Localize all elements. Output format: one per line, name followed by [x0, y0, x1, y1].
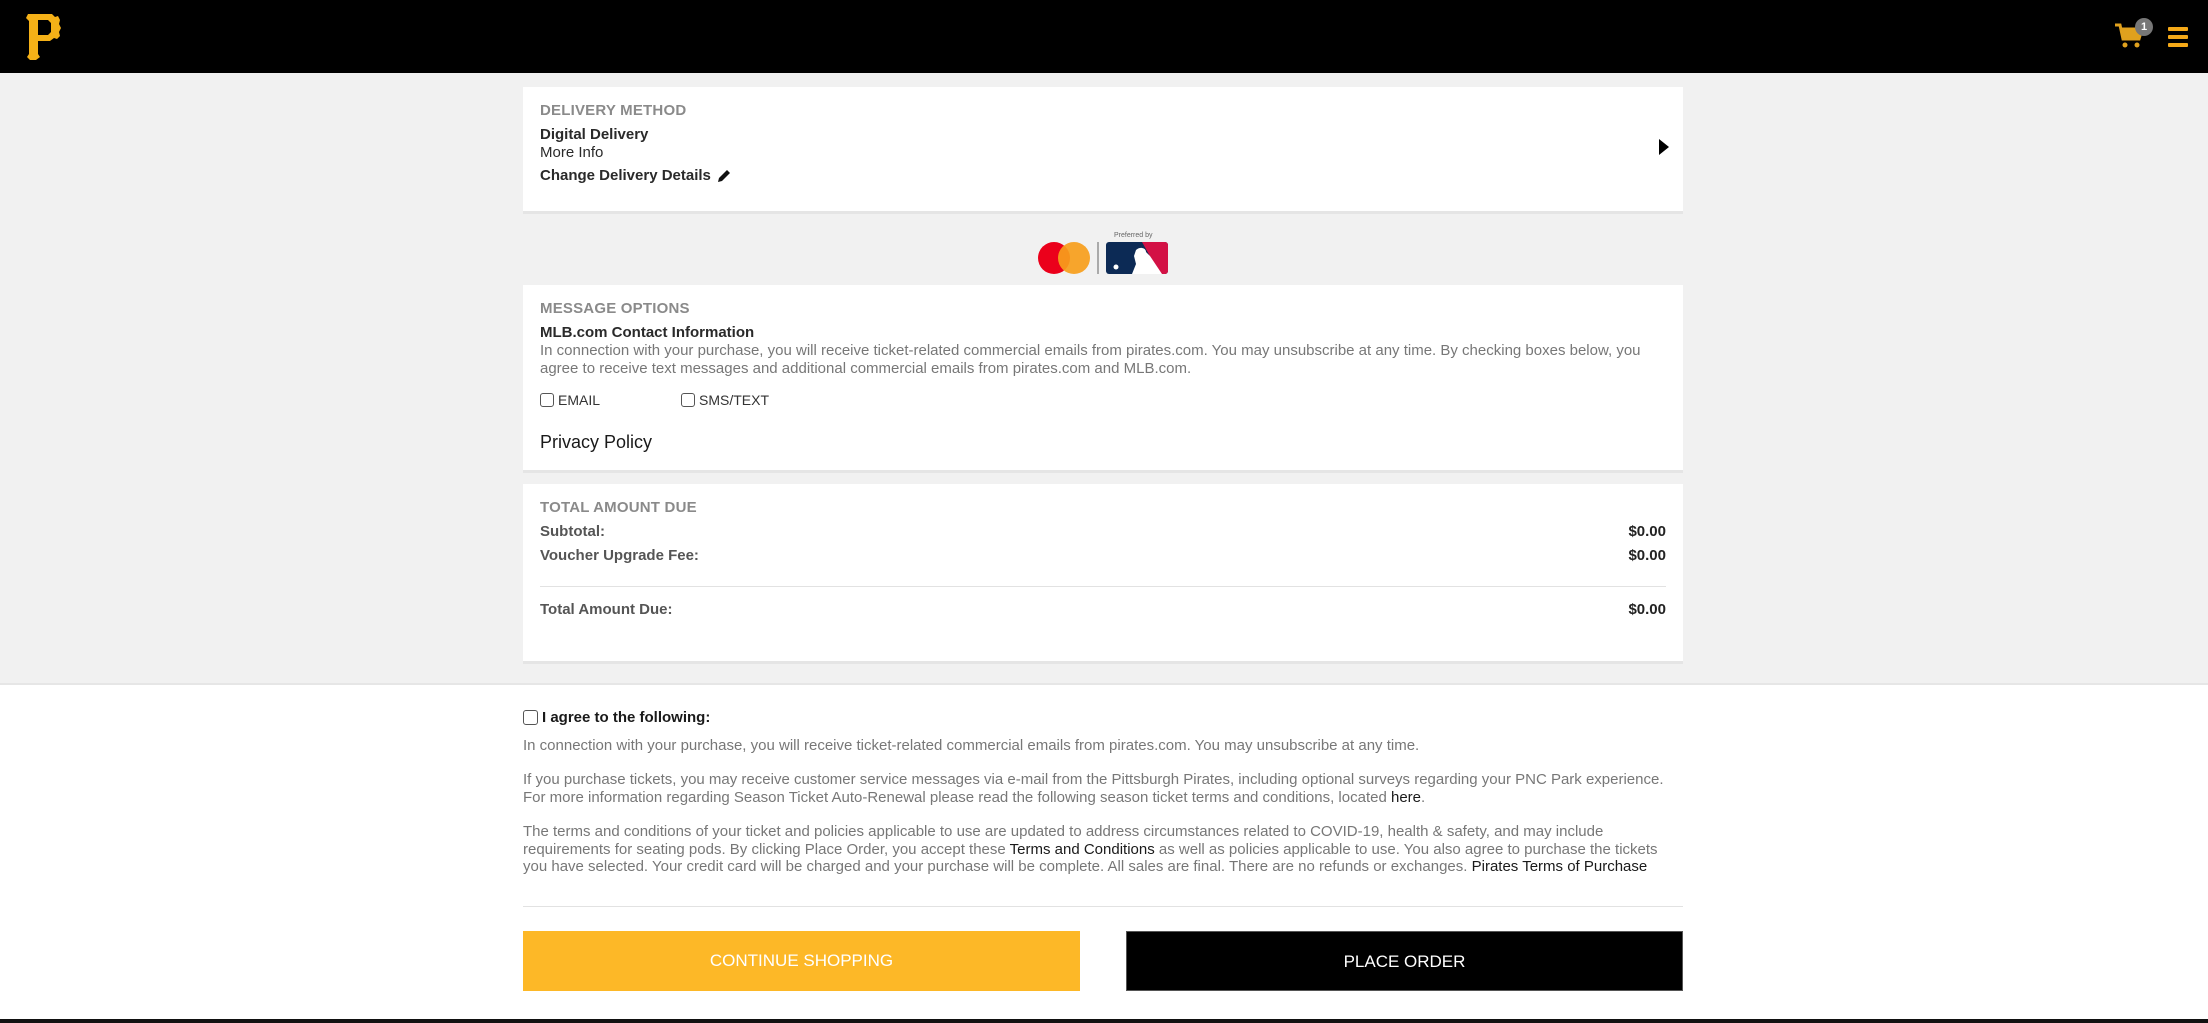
preferred-by-text: Preferred by — [1114, 232, 1153, 239]
terms-and-conditions-link[interactable]: Terms and Conditions — [1010, 841, 1155, 858]
total-amount-due-label: Total Amount Due: — [540, 601, 673, 618]
pirates-logo[interactable] — [24, 10, 64, 62]
message-options-title: MESSAGE OPTIONS — [540, 300, 690, 317]
sms-opt-in[interactable]: SMS/TEXT — [681, 392, 769, 408]
pencil-icon — [717, 169, 730, 182]
delivery-method-title: DELIVERY METHOD — [540, 102, 687, 119]
mlb-logo — [1106, 242, 1168, 274]
terms-paragraph-emails: In connection with your purchase, you wi… — [523, 737, 1420, 754]
cart-count-badge: 1 — [2135, 18, 2153, 36]
voucher-upgrade-fee-row: Voucher Upgrade Fee: $0.00 — [540, 547, 1666, 564]
total-amount-due-value: $0.00 — [1628, 601, 1666, 618]
pirates-terms-of-purchase-link[interactable]: Pirates Terms of Purchase — [1472, 858, 1648, 875]
message-options-description: In connection with your purchase, you wi… — [540, 342, 1641, 377]
expand-arrow-icon[interactable] — [1659, 139, 1669, 155]
mlb-contact-info-heading: MLB.com Contact Information — [540, 324, 755, 341]
total-amount-due-card: TOTAL AMOUNT DUE Subtotal: $0.00 Voucher… — [523, 484, 1683, 664]
subtotal-value: $0.00 — [1628, 523, 1666, 540]
more-info-link[interactable]: More Info — [540, 144, 603, 161]
agree-checkbox[interactable] — [523, 710, 538, 725]
terms-paragraph-conditions: The terms and conditions of your ticket … — [523, 823, 1683, 876]
terms-p2-end: . — [1421, 788, 1426, 806]
subtotal-row: Subtotal: $0.00 — [540, 523, 1666, 540]
agree-terms[interactable]: I agree to the following: — [523, 709, 710, 726]
change-delivery-details-label: Change Delivery Details — [540, 167, 711, 184]
hamburger-menu-icon[interactable] — [2168, 27, 2188, 47]
delivery-method-card[interactable]: DELIVERY METHOD Digital Delivery More In… — [523, 87, 1683, 214]
mastercard-logo-yellow — [1058, 242, 1090, 274]
terms-paragraph-customer-service: If you purchase tickets, you may receive… — [523, 771, 1683, 806]
change-delivery-details-link[interactable]: Change Delivery Details — [540, 167, 731, 184]
total-amount-due-title: TOTAL AMOUNT DUE — [540, 499, 697, 516]
site-header: 1 — [0, 0, 2208, 73]
season-ticket-terms-link[interactable]: here — [1391, 789, 1421, 806]
privacy-policy-link[interactable]: Privacy Policy — [540, 432, 652, 453]
terms-p2-text: If you purchase tickets, you may receive… — [523, 771, 1664, 806]
terms-divider — [523, 906, 1683, 907]
message-options-card: MESSAGE OPTIONS MLB.com Contact Informat… — [523, 285, 1683, 473]
delivery-method-name: Digital Delivery — [540, 126, 649, 143]
voucher-upgrade-fee-value: $0.00 — [1628, 547, 1666, 564]
email-checkbox[interactable] — [540, 393, 554, 407]
email-checkbox-label: EMAIL — [558, 392, 601, 408]
email-opt-in[interactable]: EMAIL — [540, 392, 600, 408]
continue-shopping-button[interactable]: CONTINUE SHOPPING — [523, 931, 1080, 991]
sms-checkbox[interactable] — [681, 393, 695, 407]
total-amount-due-row: Total Amount Due: $0.00 — [540, 601, 1666, 618]
agree-label: I agree to the following: — [542, 709, 711, 726]
sponsor-logos: Preferred by — [1036, 230, 1170, 276]
totals-divider — [540, 586, 1666, 587]
voucher-upgrade-fee-label: Voucher Upgrade Fee: — [540, 547, 699, 564]
logo-divider — [1097, 242, 1099, 274]
sms-checkbox-label: SMS/TEXT — [699, 392, 770, 408]
place-order-button[interactable]: PLACE ORDER — [1126, 931, 1683, 991]
bottom-edge — [0, 1019, 2208, 1023]
subtotal-label: Subtotal: — [540, 523, 605, 540]
